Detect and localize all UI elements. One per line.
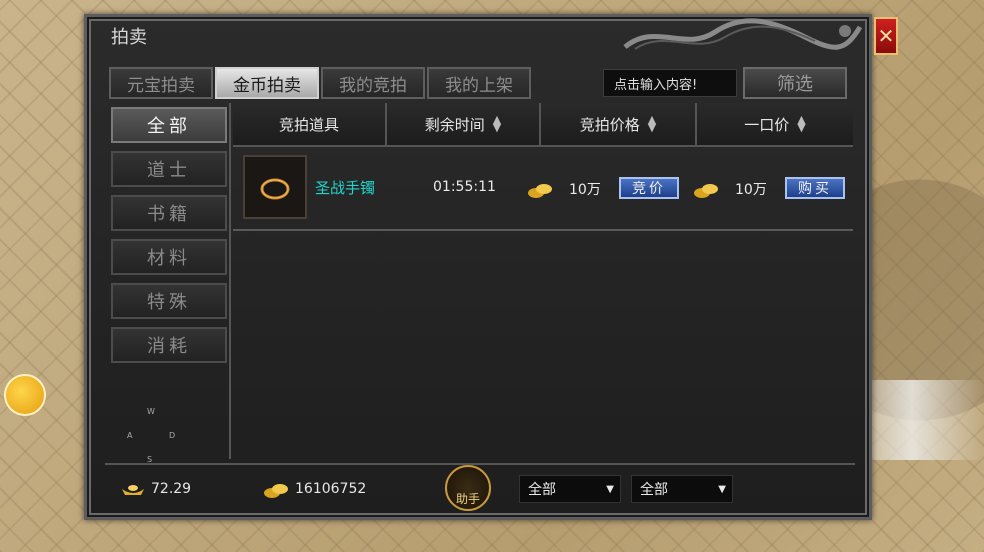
sort-icon: ▲ ▼: [647, 113, 657, 134]
sort-icon: ▲ ▼: [797, 113, 806, 134]
category-materials[interactable]: 材料: [111, 239, 227, 275]
compass-d-label: D: [169, 431, 176, 440]
category-all[interactable]: 全部: [111, 107, 227, 143]
compass-w-label: W: [147, 407, 155, 416]
table-row[interactable]: 圣战手镯 01:55:11 10万 竞价 10万 购买: [233, 151, 853, 231]
header-bid-price[interactable]: 竞拍价格 ▲ ▼: [541, 103, 697, 145]
chevron-down-icon: ▼: [606, 484, 614, 495]
helper-button[interactable]: 助手: [445, 465, 491, 511]
buyout-price: 10万: [735, 182, 767, 198]
gold-coin-icon: [528, 184, 552, 198]
bid-price: 10万: [569, 182, 601, 198]
ingot-amount: 72.29: [151, 481, 192, 497]
category-sidebar: 全部 道士 书籍 材料 特殊 消耗 W A D S: [105, 103, 231, 464]
gold-coin-icon: [694, 184, 718, 198]
search-input[interactable]: 点击输入内容!: [603, 69, 737, 97]
table-header: 竞拍道具 剩余时间 ▲ ▼ 竞拍价格 ▲ ▼ 一口价 ▲ ▼: [233, 103, 853, 147]
bracelet-icon: [260, 178, 290, 200]
header-buyout[interactable]: 一口价 ▲ ▼: [697, 103, 853, 145]
movement-compass[interactable]: W A D S: [125, 407, 185, 467]
sort-icon: ▲ ▼: [492, 113, 502, 134]
ingot-icon: [122, 485, 144, 495]
time-left: 01:55:11: [433, 179, 496, 195]
filter-dropdown-2[interactable]: 全部 ▼: [631, 475, 733, 503]
header-time[interactable]: 剩余时间 ▲ ▼: [387, 103, 541, 145]
bid-button[interactable]: 竞价: [619, 177, 679, 199]
auction-panel: 拍卖 元宝拍卖 金币拍卖 我的竞拍 我的上架 点击输入内容! 筛选 全部 道士 …: [84, 14, 872, 520]
header-time-label: 剩余时间: [424, 115, 485, 134]
header-item-label: 竞拍道具: [278, 115, 339, 134]
category-consumables[interactable]: 消耗: [111, 327, 227, 363]
chevron-down-icon: ▼: [718, 484, 726, 495]
dragon-ornament-icon: [623, 18, 863, 50]
header-item: 竞拍道具: [233, 103, 387, 145]
header-buyout-label: 一口价: [744, 115, 790, 134]
close-button[interactable]: ✕: [874, 17, 898, 55]
gold-coin-icon: [264, 484, 288, 498]
item-slot[interactable]: [243, 155, 307, 219]
category-books[interactable]: 书籍: [111, 195, 227, 231]
tab-gold-auction[interactable]: 金币拍卖: [215, 67, 319, 99]
tab-my-bids[interactable]: 我的竞拍: [321, 67, 425, 99]
buy-button[interactable]: 购买: [785, 177, 845, 199]
footer-bar: 72.29 16106752 助手 全部 ▼ 全部 ▼: [105, 463, 855, 513]
dropdown-1-value: 全部: [528, 482, 556, 498]
tab-my-listings[interactable]: 我的上架: [427, 67, 531, 99]
pet-avatar-icon[interactable]: [4, 374, 46, 416]
window-title: 拍卖: [111, 27, 147, 48]
gold-amount: 16106752: [295, 481, 367, 497]
filter-dropdown-1[interactable]: 全部 ▼: [519, 475, 621, 503]
header-bid-label: 竞拍价格: [579, 115, 640, 134]
category-special[interactable]: 特殊: [111, 283, 227, 319]
filter-button[interactable]: 筛选: [743, 67, 847, 99]
compass-a-label: A: [127, 431, 133, 440]
item-name: 圣战手镯: [315, 179, 376, 197]
tab-yuanbao-auction[interactable]: 元宝拍卖: [109, 67, 213, 99]
helper-label: 助手: [455, 492, 480, 506]
category-taoist[interactable]: 道士: [111, 151, 227, 187]
dropdown-2-value: 全部: [640, 482, 668, 498]
